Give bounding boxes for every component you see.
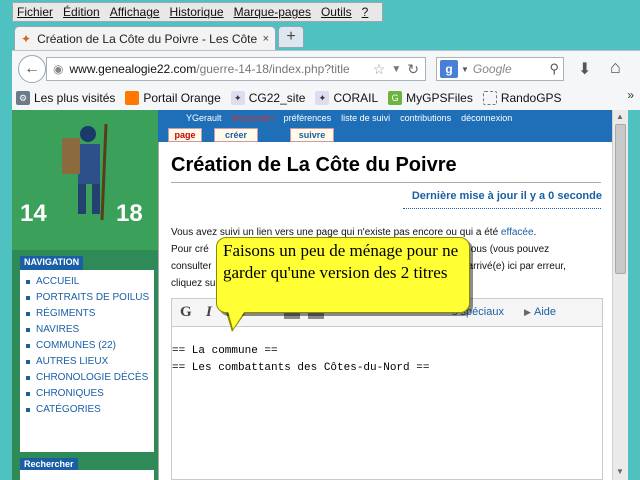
help-triangle-icon: ▶ bbox=[524, 307, 531, 317]
browser-tab[interactable]: ✦ Création de La Côte du Poivre - Les Cô… bbox=[14, 26, 276, 50]
preferences-link[interactable]: préférences bbox=[284, 113, 332, 123]
soldier-illustration bbox=[62, 123, 108, 221]
wiki-sidebar: 14 18 NAVIGATION ACCUEIL PORTRAITS DE PO… bbox=[12, 110, 158, 480]
tab-bar: ✦ Création de La Côte du Poivre - Les Cô… bbox=[12, 24, 640, 50]
gps-icon: G bbox=[388, 91, 403, 105]
bookmark-mygpsfiles[interactable]: G MyGPSFiles bbox=[388, 91, 473, 105]
menu-historique[interactable]: Historique bbox=[170, 5, 224, 19]
bookmarks-toolbar: ⚙ Les plus visités Portail Orange ✦ CG22… bbox=[12, 86, 640, 110]
nav-item-communes[interactable]: COMMUNES (22) bbox=[26, 339, 154, 352]
tab-title: Création de La Côte du Poivre - Les Côte… bbox=[37, 31, 257, 46]
home-icon[interactable]: ⌂ bbox=[610, 57, 621, 78]
editor-line: == La commune == bbox=[172, 345, 278, 357]
watchlist-link[interactable]: liste de suivi bbox=[341, 113, 390, 123]
site-icon: ✦ bbox=[315, 91, 330, 105]
site-logo[interactable]: 14 18 bbox=[12, 110, 158, 250]
tab-page[interactable]: page bbox=[168, 128, 202, 142]
new-tab-button[interactable]: + bbox=[278, 26, 304, 48]
logout-link[interactable]: déconnexion bbox=[461, 113, 512, 123]
help-link[interactable]: Aide bbox=[534, 306, 556, 318]
contributions-link[interactable]: contributions bbox=[400, 113, 451, 123]
close-tab-icon[interactable]: × bbox=[263, 33, 269, 45]
menu-affichage[interactable]: Affichage bbox=[110, 5, 160, 19]
download-icon[interactable]: ⬇ bbox=[578, 59, 591, 79]
nav-item-chroniques[interactable]: CHRONIQUES bbox=[26, 387, 154, 400]
bookmark-cg22[interactable]: ✦ CG22_site bbox=[230, 91, 305, 105]
gear-icon: ⚙ bbox=[16, 91, 30, 105]
nav-item-navires[interactable]: NAVIRES bbox=[26, 323, 154, 336]
page-title: Création de La Côte du Poivre bbox=[171, 154, 457, 176]
url-path: /guerre-14-18/index.php?title bbox=[196, 62, 350, 76]
google-icon[interactable]: g bbox=[440, 60, 458, 78]
tab-watch[interactable]: suivre bbox=[290, 128, 334, 142]
back-button[interactable]: ← bbox=[18, 55, 46, 83]
personal-bar: YGerault discussion préférences liste de… bbox=[158, 110, 626, 126]
search-input[interactable]: Google bbox=[473, 62, 550, 76]
scrollbar-thumb[interactable] bbox=[615, 124, 626, 274]
url-bar[interactable]: ◉ www.genealogie22.com/guerre-14-18/inde… bbox=[46, 57, 426, 81]
logo-year-left: 14 bbox=[20, 200, 47, 227]
balloon-tail-fill bbox=[228, 311, 245, 329]
bookmark-star-icon[interactable]: ☆ bbox=[373, 61, 386, 78]
navigation-box: ACCUEIL PORTRAITS DE POILUS RÉGIMENTS NA… bbox=[20, 270, 154, 452]
bookmark-randogps[interactable]: RandoGPS bbox=[482, 91, 562, 105]
menu-marque-pages[interactable]: Marque-pages bbox=[234, 5, 311, 19]
page-tabs: page créer suivre bbox=[158, 126, 626, 142]
nav-item-chronologie[interactable]: CHRONOLOGIE DÉCÈS bbox=[26, 371, 154, 384]
site-icon: ✦ bbox=[230, 91, 245, 105]
globe-icon: ◉ bbox=[53, 62, 64, 76]
menu-outils[interactable]: Outils bbox=[321, 5, 352, 19]
url-host: www.genealogie22.com bbox=[69, 62, 197, 76]
effacee-link[interactable]: effacée bbox=[501, 227, 534, 238]
bold-button[interactable]: G bbox=[180, 304, 192, 321]
menu-help[interactable]: ? bbox=[362, 5, 369, 19]
nav-item-portraits[interactable]: PORTRAITS DE POILUS bbox=[26, 291, 154, 304]
annotation-balloon: Faisons un peu de ménage pour ne garder … bbox=[216, 237, 470, 313]
engine-dropdown-icon[interactable]: ▼ bbox=[461, 65, 469, 74]
user-link[interactable]: YGerault bbox=[186, 113, 222, 123]
logo-year-right: 18 bbox=[116, 200, 143, 227]
favicon-icon: ✦ bbox=[21, 31, 32, 46]
bookmark-corail[interactable]: ✦ CORAIL bbox=[315, 91, 378, 105]
orange-icon bbox=[125, 91, 140, 105]
update-divider bbox=[403, 208, 601, 209]
bookmark-portail-orange[interactable]: Portail Orange bbox=[125, 91, 221, 105]
reload-icon[interactable]: ↻ bbox=[407, 61, 419, 78]
url-dropdown-icon[interactable]: ▼ bbox=[391, 64, 401, 75]
bookmarks-overflow-icon[interactable]: » bbox=[627, 88, 634, 102]
wiki-search-box[interactable] bbox=[20, 470, 154, 480]
search-icon[interactable]: ⚲ bbox=[549, 61, 559, 77]
nav-item-autres-lieux[interactable]: AUTRES LIEUX bbox=[26, 355, 154, 368]
menu-fichier[interactable]: Fichier bbox=[17, 5, 53, 19]
nav-item-regiments[interactable]: RÉGIMENTS bbox=[26, 307, 154, 320]
menu-edition[interactable]: Édition bbox=[63, 5, 100, 19]
page-icon bbox=[482, 91, 497, 105]
editor-textarea[interactable]: == La commune == == Les combattants des C… bbox=[172, 343, 429, 377]
bookmark-most-visited[interactable]: ⚙ Les plus visités bbox=[16, 91, 115, 105]
navigation-toolbar: ← ◉ www.genealogie22.com/guerre-14-18/in… bbox=[12, 50, 640, 86]
scrollbar[interactable]: ▲ ▼ bbox=[612, 110, 628, 480]
menu-bar: Fichier Édition Affichage Historique Mar… bbox=[12, 2, 384, 22]
scroll-down-icon[interactable]: ▼ bbox=[616, 467, 624, 476]
italic-button[interactable]: I bbox=[206, 304, 212, 321]
discussion-link[interactable]: discussion bbox=[232, 113, 274, 123]
navigation-heading: NAVIGATION bbox=[20, 256, 84, 270]
nav-item-categories[interactable]: CATÉGORIES bbox=[26, 403, 154, 416]
title-divider bbox=[171, 182, 601, 183]
search-bar[interactable]: g ▼ Google ⚲ bbox=[436, 57, 564, 81]
scroll-up-icon[interactable]: ▲ bbox=[616, 112, 624, 121]
nav-item-accueil[interactable]: ACCUEIL bbox=[26, 275, 154, 288]
tab-create[interactable]: créer bbox=[214, 128, 258, 142]
editor-line: == Les combattants des Côtes-du-Nord == bbox=[172, 362, 430, 374]
last-update-text: Dernière mise à jour il y a 0 seconde bbox=[411, 190, 602, 202]
